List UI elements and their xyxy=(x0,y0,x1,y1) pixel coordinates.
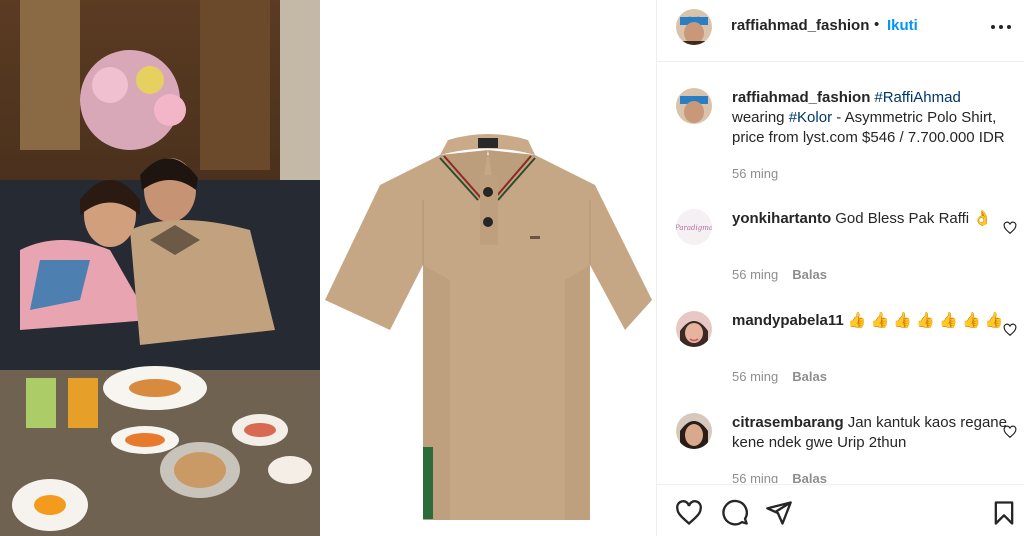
more-icon[interactable] xyxy=(989,17,1013,37)
comment-text: yonkihartanto God Bless Pak Raffi 👌 xyxy=(732,209,1012,229)
comment-icon[interactable] xyxy=(721,499,749,527)
post-side-panel: raffiahmad_fashion • Ikuti raffiahmad_fa… xyxy=(656,0,1024,536)
polo-shirt-image xyxy=(325,134,652,520)
post-media[interactable] xyxy=(0,0,656,536)
avatar[interactable] xyxy=(676,413,712,449)
couple-photo-image xyxy=(0,0,320,536)
hashtag-link[interactable]: #RaffiAhmad xyxy=(874,89,960,106)
comment-meta: 56 ming Balas xyxy=(732,369,827,384)
caption-text-part: wearing xyxy=(732,109,785,126)
avatar-image xyxy=(676,413,712,449)
caption-text: raffiahmad_fashion #RaffiAhmad wearing #K… xyxy=(732,88,1012,148)
avatar-image xyxy=(676,88,712,124)
comment-text: mandypabela11 👍 👍 👍 👍 👍 👍 👍 xyxy=(732,311,1012,331)
comment-username[interactable]: yonkihartanto xyxy=(732,210,831,227)
avatar-image: Paradigma xyxy=(676,209,712,245)
avatar[interactable] xyxy=(676,9,712,45)
separator-dot: • xyxy=(874,16,880,33)
caption-time: 56 ming xyxy=(732,166,778,181)
product-image xyxy=(320,0,656,536)
like-comment-heart-icon[interactable] xyxy=(1003,323,1017,337)
reply-button[interactable]: Balas xyxy=(792,267,827,282)
comment-body: God Bless Pak Raffi 👌 xyxy=(835,210,992,227)
timestamp[interactable]: 56 ming xyxy=(732,369,778,384)
hashtag-link[interactable]: #Kolor xyxy=(789,109,832,126)
heart-icon[interactable] xyxy=(675,499,703,527)
post-header: raffiahmad_fashion • Ikuti xyxy=(657,0,1024,62)
post-photo xyxy=(0,0,320,536)
reply-button[interactable]: Balas xyxy=(792,369,827,384)
follow-button[interactable]: Ikuti xyxy=(887,17,918,34)
caption-username[interactable]: raffiahmad_fashion xyxy=(732,89,870,106)
share-icon[interactable] xyxy=(765,499,793,527)
comment-meta: 56 ming Balas xyxy=(732,471,827,483)
avatar-image xyxy=(676,9,712,45)
avatar[interactable] xyxy=(676,311,712,347)
timestamp[interactable]: 56 ming xyxy=(732,267,778,282)
comment-text: citrasembarang Jan kantuk kaos regane ken… xyxy=(732,413,1012,453)
post-author-username[interactable]: raffiahmad_fashion xyxy=(731,17,869,34)
avatar-image xyxy=(676,311,712,347)
post-actions-bar xyxy=(657,484,1024,536)
timestamp[interactable]: 56 ming xyxy=(732,471,778,483)
comment-meta: 56 ming Balas xyxy=(732,267,827,282)
reply-button[interactable]: Balas xyxy=(792,471,827,483)
avatar[interactable] xyxy=(676,88,712,124)
like-comment-heart-icon[interactable] xyxy=(1003,425,1017,439)
svg-text:Paradigma: Paradigma xyxy=(676,224,712,232)
like-comment-heart-icon[interactable] xyxy=(1003,221,1017,235)
avatar[interactable]: Paradigma xyxy=(676,209,712,245)
comment-username[interactable]: mandypabela11 xyxy=(732,312,844,329)
timestamp[interactable]: 56 ming xyxy=(732,166,778,181)
comment-username[interactable]: citrasembarang xyxy=(732,414,844,431)
comment-body: 👍 👍 👍 👍 👍 👍 👍 xyxy=(847,312,1004,329)
comments-list[interactable]: raffiahmad_fashion #RaffiAhmad wearing #K… xyxy=(657,63,1024,483)
bookmark-icon[interactable] xyxy=(990,499,1018,527)
